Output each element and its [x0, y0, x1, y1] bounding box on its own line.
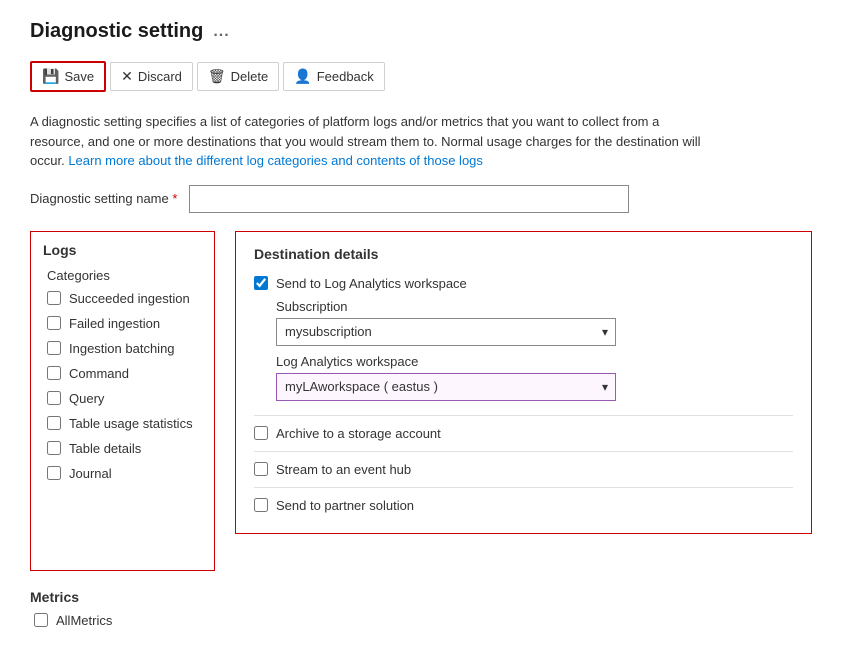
- subscription-select-wrapper: mysubscription ▾: [276, 318, 616, 346]
- save-button[interactable]: 💾 Save: [30, 61, 106, 92]
- log-analytics-workspace-label: Log Analytics workspace: [276, 354, 793, 369]
- logs-title: Logs: [43, 242, 202, 258]
- list-item: Table usage statistics: [43, 416, 202, 431]
- save-icon: 💾: [42, 68, 59, 85]
- list-item: Table details: [43, 441, 202, 456]
- toolbar: 💾 Save ✕ Discard 🗑 Delete 👤 Feedback: [30, 57, 812, 96]
- failed-ingestion-checkbox[interactable]: [47, 316, 61, 330]
- more-options-icon[interactable]: ...: [213, 23, 229, 41]
- table-details-checkbox[interactable]: [47, 441, 61, 455]
- table-usage-statistics-checkbox[interactable]: [47, 416, 61, 430]
- ingestion-batching-checkbox[interactable]: [47, 341, 61, 355]
- metrics-section: Metrics AllMetrics: [30, 589, 812, 628]
- list-item: Command: [43, 366, 202, 381]
- send-partner-checkbox[interactable]: [254, 498, 268, 512]
- feedback-button[interactable]: 👤 Feedback: [283, 62, 385, 91]
- list-item: Journal: [43, 466, 202, 481]
- logs-panel: Logs Categories Succeeded ingestion Fail…: [30, 231, 215, 571]
- required-indicator: *: [172, 191, 177, 206]
- divider-2: [254, 451, 793, 452]
- destination-title: Destination details: [254, 246, 793, 262]
- all-metrics-checkbox[interactable]: [34, 613, 48, 627]
- subscription-label: Subscription: [276, 299, 793, 314]
- table-usage-statistics-label[interactable]: Table usage statistics: [69, 416, 193, 431]
- subscription-field-group: Subscription mysubscription ▾: [276, 299, 793, 346]
- command-label[interactable]: Command: [69, 366, 129, 381]
- ingestion-batching-label[interactable]: Ingestion batching: [69, 341, 175, 356]
- failed-ingestion-label[interactable]: Failed ingestion: [69, 316, 160, 331]
- list-item: Query: [43, 391, 202, 406]
- delete-button[interactable]: 🗑 Delete: [197, 62, 279, 91]
- send-log-analytics-label[interactable]: Send to Log Analytics workspace: [276, 276, 467, 291]
- command-checkbox[interactable]: [47, 366, 61, 380]
- list-item: Ingestion batching: [43, 341, 202, 356]
- journal-label[interactable]: Journal: [69, 466, 112, 481]
- log-analytics-workspace-select-wrapper: myLAworkspace ( eastus ) ▾: [276, 373, 616, 401]
- archive-storage-label[interactable]: Archive to a storage account: [276, 426, 441, 441]
- stream-event-hub-label[interactable]: Stream to an event hub: [276, 462, 411, 477]
- all-metrics-label[interactable]: AllMetrics: [56, 613, 112, 628]
- description-text: A diagnostic setting specifies a list of…: [30, 112, 710, 171]
- table-details-label[interactable]: Table details: [69, 441, 141, 456]
- succeeded-ingestion-checkbox[interactable]: [47, 291, 61, 305]
- divider-3: [254, 487, 793, 488]
- archive-storage-checkbox[interactable]: [254, 426, 268, 440]
- categories-label: Categories: [43, 268, 202, 283]
- send-log-analytics-checkbox[interactable]: [254, 276, 268, 290]
- discard-button[interactable]: ✕ Discard: [110, 62, 193, 91]
- divider-1: [254, 415, 793, 416]
- destination-panel: Destination details Send to Log Analytic…: [235, 231, 812, 534]
- name-label: Diagnostic setting name *: [30, 191, 177, 206]
- archive-storage-row: Archive to a storage account: [254, 426, 793, 441]
- send-to-log-analytics-row: Send to Log Analytics workspace: [254, 276, 793, 291]
- feedback-icon: 👤: [294, 68, 311, 85]
- log-analytics-section: Send to Log Analytics workspace Subscrip…: [254, 276, 793, 401]
- send-partner-row: Send to partner solution: [254, 498, 793, 513]
- log-analytics-workspace-select[interactable]: myLAworkspace ( eastus ): [276, 373, 616, 401]
- log-analytics-workspace-field-group: Log Analytics workspace myLAworkspace ( …: [276, 354, 793, 401]
- query-checkbox[interactable]: [47, 391, 61, 405]
- all-metrics-item: AllMetrics: [30, 613, 812, 628]
- list-item: Failed ingestion: [43, 316, 202, 331]
- list-item: Succeeded ingestion: [43, 291, 202, 306]
- journal-checkbox[interactable]: [47, 466, 61, 480]
- succeeded-ingestion-label[interactable]: Succeeded ingestion: [69, 291, 190, 306]
- stream-event-hub-row: Stream to an event hub: [254, 462, 793, 477]
- delete-icon: 🗑: [208, 68, 226, 85]
- main-layout: Logs Categories Succeeded ingestion Fail…: [30, 231, 812, 571]
- query-label[interactable]: Query: [69, 391, 104, 406]
- learn-more-link[interactable]: Learn more about the different log categ…: [68, 153, 483, 168]
- diagnostic-setting-name-input[interactable]: [189, 185, 629, 213]
- stream-event-hub-checkbox[interactable]: [254, 462, 268, 476]
- send-partner-label[interactable]: Send to partner solution: [276, 498, 414, 513]
- discard-icon: ✕: [121, 68, 133, 85]
- page-title: Diagnostic setting ...: [30, 20, 812, 43]
- name-row: Diagnostic setting name *: [30, 185, 812, 213]
- subscription-select[interactable]: mysubscription: [276, 318, 616, 346]
